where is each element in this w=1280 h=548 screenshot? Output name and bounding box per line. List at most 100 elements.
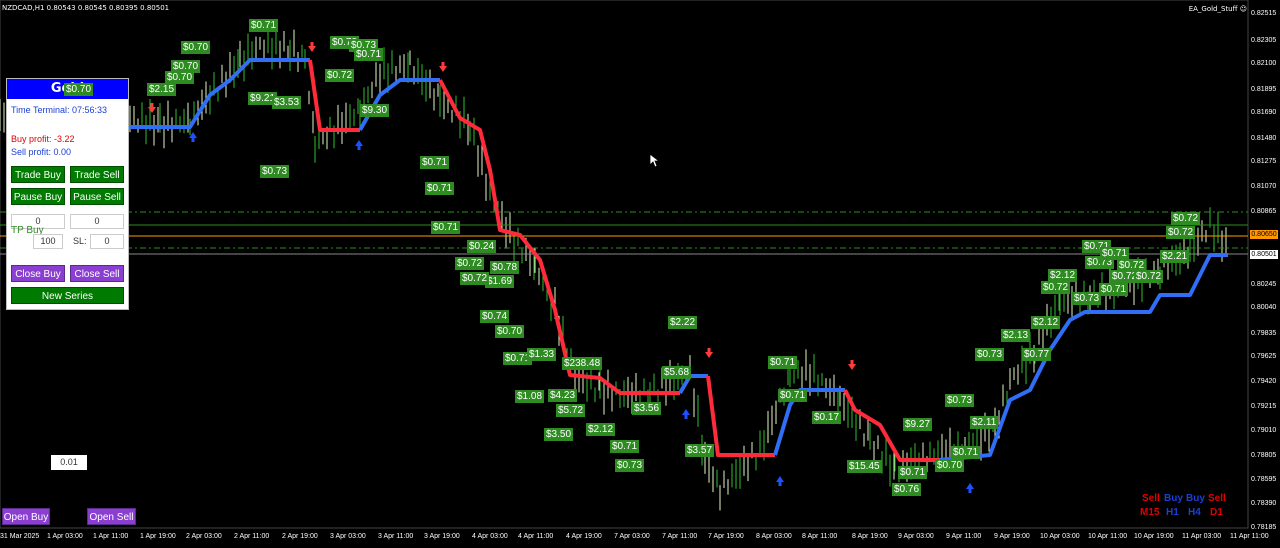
price-tick: 0.79215 <box>1251 403 1277 410</box>
sl-value[interactable]: 0 <box>90 234 124 249</box>
close-sell-button[interactable]: Close Sell <box>70 265 124 282</box>
time-tick: 3 Apr 03:00 <box>330 533 366 540</box>
profit-tag: $238.48 <box>562 357 603 370</box>
price-tick: 0.81275 <box>1251 158 1277 165</box>
open-buy-button[interactable]: Open Buy <box>2 508 50 525</box>
legend-bottom-2: H4 <box>1188 507 1201 518</box>
price-tick: 0.79835 <box>1251 330 1277 337</box>
new-series-button[interactable]: New Series <box>11 287 124 304</box>
profit-tag: $1.08 <box>515 390 545 403</box>
price-tick: 0.81070 <box>1251 183 1277 190</box>
price-tick: 0.80865 <box>1251 208 1277 215</box>
profit-tag: $9.27 <box>903 418 933 431</box>
time-tick: 3 Apr 19:00 <box>424 533 460 540</box>
trade-sell-button[interactable]: Trade Sell <box>70 166 124 183</box>
price-tick: 0.81895 <box>1251 86 1277 93</box>
profit-tag: $0.71 <box>768 356 798 369</box>
profit-tag: $0.71 <box>1099 283 1129 296</box>
time-tick: 11 Apr 11:00 <box>1230 533 1269 540</box>
profit-tag: $0.73 <box>975 348 1005 361</box>
profit-tag: $0.73 <box>1072 292 1102 305</box>
price-tick: 0.80245 <box>1251 281 1277 288</box>
panel-title-tag: $0.70 <box>64 83 94 96</box>
profit-tag: $2.22 <box>668 316 698 329</box>
profit-tag: $0.71 <box>778 389 808 402</box>
lot-input[interactable]: 0.01 <box>51 455 87 470</box>
time-tick: 9 Apr 11:00 <box>946 533 982 540</box>
time-tick: 2 Apr 03:00 <box>186 533 222 540</box>
ea-name-label: EA_Gold_Stuff <box>1188 5 1238 13</box>
settings-icon[interactable]: ☺ <box>1240 5 1247 13</box>
profit-tag: $0.72 <box>1134 270 1164 283</box>
time-tick: 8 Apr 19:00 <box>852 533 888 540</box>
profit-tag: $0.73 <box>945 394 975 407</box>
profit-tag: $15.45 <box>847 460 882 473</box>
profit-tag: $1.33 <box>527 348 557 361</box>
profit-tag: $5.72 <box>556 404 586 417</box>
profit-tag: $5.68 <box>662 366 692 379</box>
trade-buy-button[interactable]: Trade Buy <box>11 166 65 183</box>
profit-tag: $2.15 <box>147 83 177 96</box>
time-tick: 2 Apr 19:00 <box>282 533 318 540</box>
time-tick: 8 Apr 03:00 <box>756 533 792 540</box>
profit-tag: $0.72 <box>1171 212 1201 225</box>
price-tick: 0.78805 <box>1251 452 1277 459</box>
profit-tag: $3.57 <box>685 444 715 457</box>
profit-tag: $2.13 <box>1001 329 1031 342</box>
profit-tag: $0.71 <box>951 446 981 459</box>
profit-tag: $0.78 <box>490 261 520 274</box>
profit-tag: $0.70 <box>181 41 211 54</box>
time-tick: 10 Apr 11:00 <box>1088 533 1128 540</box>
profit-tag: $2.21 <box>1160 250 1190 263</box>
price-tick: 0.81480 <box>1251 135 1277 142</box>
legend-top-1: Buy <box>1164 493 1183 504</box>
close-buy-button[interactable]: Close Buy <box>11 265 65 282</box>
time-tick: 2 Apr 11:00 <box>234 533 270 540</box>
price-tick: 0.82305 <box>1251 37 1277 44</box>
time-tick: 4 Apr 03:00 <box>472 533 508 540</box>
time-tick: 1 Apr 19:00 <box>140 533 176 540</box>
current-price-box: 0.80501 <box>1250 250 1278 259</box>
pause-buy-button[interactable]: Pause Buy <box>11 188 65 205</box>
price-tick: 0.79625 <box>1251 353 1277 360</box>
tp-value[interactable]: 100 <box>33 234 63 249</box>
profit-tag: $0.71 <box>425 182 455 195</box>
profit-tag: $0.71 <box>898 466 928 479</box>
profit-tag: $0.17 <box>812 411 842 424</box>
time-tick: 4 Apr 19:00 <box>566 533 602 540</box>
legend-bottom-0: M15 <box>1140 507 1160 518</box>
profit-tag: $3.56 <box>632 402 662 415</box>
time-tick: 4 Apr 11:00 <box>518 533 554 540</box>
time-tick: 7 Apr 11:00 <box>662 533 698 540</box>
pause-sell-button[interactable]: Pause Sell <box>70 188 124 205</box>
price-tick: 0.80040 <box>1251 304 1277 311</box>
ea-name: EA_Gold_Stuff ☺ <box>1189 5 1247 13</box>
profit-tag: $0.71 <box>610 440 640 453</box>
profit-tag: $2.11 <box>970 416 999 429</box>
time-tick: 11 Apr 03:00 <box>1182 533 1222 540</box>
symbol-info: NZDCAD,H1 0.80543 0.80545 0.80395 0.8050… <box>2 4 170 12</box>
price-tick: 0.81690 <box>1251 109 1277 116</box>
terminal-time: Time Terminal: 07:56:33 <box>11 105 108 115</box>
profit-tag: $0.71 <box>420 156 450 169</box>
profit-tag: $0.71 <box>431 221 461 234</box>
profit-tag: $0.77 <box>1022 348 1052 361</box>
time-tick: 7 Apr 03:00 <box>614 533 650 540</box>
open-sell-button[interactable]: Open Sell <box>87 508 136 525</box>
legend-top-2: Buy <box>1186 493 1205 504</box>
input-right[interactable]: 0 <box>70 214 124 229</box>
price-tick: 0.82100 <box>1251 60 1277 67</box>
legend-bottom-3: D1 <box>1210 507 1223 518</box>
profit-tag: $0.71 <box>354 48 384 61</box>
cursor-icon <box>649 153 659 168</box>
price-tick: 0.79420 <box>1251 378 1277 385</box>
profit-tag: $0.72 <box>455 257 485 270</box>
profit-tag: $0.76 <box>892 483 922 496</box>
price-tick: 0.82515 <box>1251 10 1277 17</box>
profit-tag: $0.73 <box>615 459 645 472</box>
orange-price-box: 0.80650 <box>1250 230 1278 239</box>
time-tick: 10 Apr 19:00 <box>1134 533 1174 540</box>
profit-tag: $0.71 <box>249 19 279 32</box>
profit-tag: $0.70 <box>935 459 965 472</box>
time-tick: 31 Mar 2025 <box>0 533 40 540</box>
